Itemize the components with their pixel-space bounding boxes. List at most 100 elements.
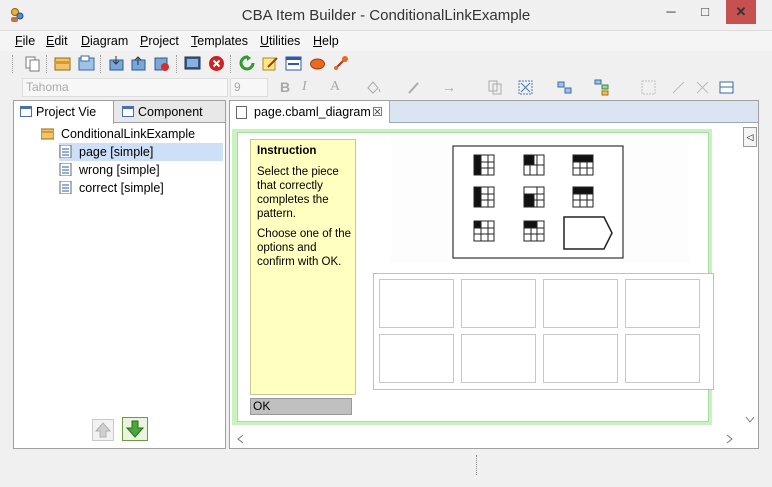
menu-file[interactable]: File [15,34,35,48]
delete-project-icon[interactable] [153,55,170,72]
project-folder-icon [41,128,54,140]
menu-help[interactable]: Help [313,34,339,48]
palette-toggle-button[interactable]: ◁ [743,127,757,147]
layout-icon[interactable] [285,55,302,72]
preview-icon[interactable] [184,55,201,72]
vertical-scrollbar[interactable] [742,124,758,426]
ok-button[interactable]: OK [250,398,352,415]
menu-diagram[interactable]: Diagram [81,34,128,48]
line-color-icon[interactable] [405,79,422,96]
menu-edit[interactable]: Edit [46,34,68,48]
stop-icon[interactable] [208,55,225,72]
export-icon[interactable] [130,55,147,72]
font-size-combo[interactable]: 9 [230,78,268,97]
toolbar-separator [100,55,102,73]
instruction-title: Instruction [257,145,317,157]
option-box[interactable] [379,334,454,383]
new-project-icon[interactable] [54,55,71,72]
tree-item-page[interactable]: page [simple] [59,143,223,161]
tree-item-correct[interactable]: correct [simple] [59,179,223,197]
align-icon[interactable] [556,79,573,96]
tab-page-diagram-label: page.cbaml_diagram [254,105,371,119]
bold-button[interactable]: B [280,79,290,95]
up-arrow-icon [94,422,112,438]
tab-component-label: Component [138,105,203,119]
diagram-editor: page.cbaml_diagram ☒ Instruction Select … [229,100,759,449]
close-tab-icon[interactable]: ☒ [372,101,383,123]
status-bar [0,453,772,487]
option-box[interactable] [461,279,536,328]
copy-format-icon[interactable] [487,79,504,96]
editor-tab-bar: page.cbaml_diagram ☒ [230,101,758,123]
tree-item-label: page [simple] [79,145,154,159]
tab-project-view-label: Project Vie [36,105,97,119]
copy-icon[interactable] [24,55,41,72]
tree-item-wrong[interactable]: wrong [simple] [59,161,223,179]
toolbar-separator [230,55,232,73]
option-box[interactable] [379,279,454,328]
menu-bar: File Edit Diagram Project Templates Util… [0,31,772,51]
view-icon [20,106,32,117]
connector-icon[interactable] [670,79,687,96]
line-style-button[interactable]: → [442,79,456,95]
tab-component[interactable]: Component [116,101,224,123]
ellipse-icon[interactable] [309,55,326,72]
move-down-button[interactable] [122,417,148,441]
page-icon [59,181,72,194]
menu-templates[interactable]: Templates [191,34,248,48]
close-button[interactable]: ✕ [726,0,756,24]
menu-utilities[interactable]: Utilities [260,34,300,48]
scroll-down-icon[interactable] [745,416,755,424]
diagram-file-icon [236,106,247,119]
scroll-right-icon[interactable] [726,434,734,444]
maximize-button[interactable]: □ [690,0,720,24]
edit-icon[interactable] [262,55,279,72]
instruction-text: Select the piece that correctly complete… [257,166,339,220]
option-box[interactable] [543,334,618,383]
menu-project[interactable]: Project [140,34,179,48]
option-box[interactable] [461,334,536,383]
option-box[interactable] [625,334,700,383]
instruction-text: Choose one of the options and confirm wi… [257,228,351,268]
option-box[interactable] [625,279,700,328]
title-bar: CBA Item Builder - ConditionalLinkExampl… [0,0,772,31]
page-frame[interactable]: Instruction Select the piece that correc… [237,132,714,422]
page-icon [59,145,72,158]
options-panel[interactable] [373,273,714,390]
scroll-left-icon[interactable] [236,434,244,444]
format-toolbar: Tahoma 9 B I A → [0,76,772,99]
horizontal-scrollbar[interactable] [230,430,740,447]
refresh-icon[interactable] [239,55,256,72]
toolbar-separator [46,55,48,73]
open-project-icon[interactable] [78,55,95,72]
tree-item-label: ConditionalLinkExample [61,127,196,141]
down-arrow-icon [125,420,145,438]
tree-item-label: correct [simple] [79,181,164,195]
select-icon[interactable] [640,79,657,96]
link-icon[interactable] [332,55,349,72]
tree-item-project[interactable]: ConditionalLinkExample [41,125,221,143]
import-icon[interactable] [108,55,125,72]
tab-page-diagram[interactable]: page.cbaml_diagram ☒ [230,101,390,123]
move-up-button[interactable] [92,419,114,441]
italic-button[interactable]: I [302,79,307,95]
remove-connector-icon[interactable] [694,79,711,96]
font-combo[interactable]: Tahoma [22,78,228,97]
tab-project-view[interactable]: Project Vie [14,101,114,124]
minimize-button[interactable]: ─ [656,0,686,24]
fill-color-icon[interactable] [365,79,382,96]
page-layout-icon[interactable] [718,79,735,96]
diagram-canvas[interactable]: Instruction Select the piece that correc… [232,129,714,425]
left-tab-bar: Project Vie Component [14,101,225,124]
tree-item-label: wrong [simple] [79,163,160,177]
view-icon [122,106,134,117]
pattern-image[interactable] [390,139,690,263]
font-color-button[interactable]: A [330,79,340,95]
status-divider [476,455,478,475]
main-toolbar [0,51,772,76]
option-box[interactable] [543,279,618,328]
tree-layout-icon[interactable] [594,79,611,96]
project-explorer-panel: Project Vie Component ConditionalLinkExa… [13,100,226,449]
instruction-panel[interactable]: Instruction Select the piece that correc… [250,139,356,395]
arrange-icon[interactable] [517,79,534,96]
